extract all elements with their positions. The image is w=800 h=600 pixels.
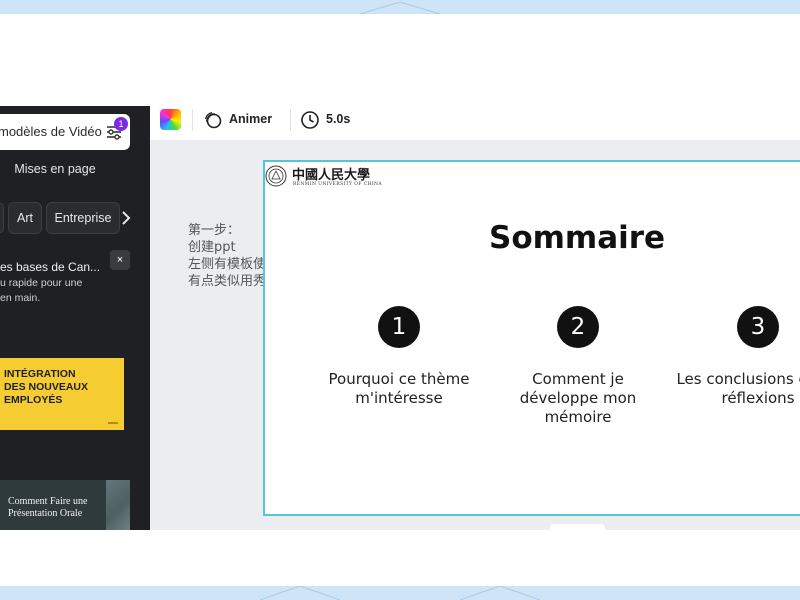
university-name-en: RENMIN UNIVERSITY OF CHINA bbox=[293, 182, 383, 187]
tip-text-line: en main. bbox=[0, 292, 41, 304]
item-text[interactable]: Pourquoi ce thème m'intéresse bbox=[314, 370, 484, 408]
template-image bbox=[106, 480, 130, 530]
template-search-input[interactable]: modèles de Vidéo 1 bbox=[0, 114, 130, 150]
toolbar-divider bbox=[192, 109, 193, 131]
tip-text-line: u rapide pour une bbox=[0, 277, 83, 289]
toolbar-divider bbox=[290, 109, 291, 131]
template-text-line: EMPLOYÉS bbox=[4, 394, 63, 406]
slide-title[interactable]: Sommaire bbox=[489, 220, 665, 256]
template-text-line: DES NOUVEAUX bbox=[4, 381, 89, 393]
item-text[interactable]: Comment je développe mon mémoire bbox=[493, 370, 663, 427]
template-thumbnail-oral-presentation[interactable]: Comment Faire une Présentation Orale bbox=[0, 480, 130, 530]
animate-icon[interactable] bbox=[203, 110, 223, 130]
category-chip-entreprise[interactable]: Entreprise bbox=[46, 202, 120, 234]
frame-wave-icon bbox=[359, 1, 441, 14]
item-number-badge[interactable]: 3 bbox=[737, 306, 779, 348]
frame-wave-icon bbox=[259, 586, 541, 600]
editor-canvas: 第一步： 创建ppt 左侧有模板使用 有点类似用秀米做公众号 中國人民大學 RE… bbox=[150, 140, 800, 530]
category-chip-partial[interactable] bbox=[0, 202, 4, 234]
item-text[interactable]: Les conclusions et les réflexions bbox=[673, 370, 800, 408]
clock-icon[interactable] bbox=[300, 110, 320, 130]
template-sidebar: modèles de Vidéo 1 Mises en page Art Ent… bbox=[0, 106, 150, 530]
item-number-badge[interactable]: 2 bbox=[557, 306, 599, 348]
university-seal-icon bbox=[265, 165, 287, 187]
canvas-scroll-indicator[interactable] bbox=[550, 524, 605, 530]
search-input-text: modèles de Vidéo bbox=[0, 124, 102, 139]
layouts-section-title: Mises en page bbox=[14, 162, 96, 176]
university-logo: 中國人民大學 RENMIN UNIVERSITY OF CHINA bbox=[265, 164, 383, 190]
template-thumbnail-onboarding[interactable]: INTÉGRATION DES NOUVEAUX EMPLOYÉS bbox=[0, 358, 124, 430]
category-chip-art[interactable]: Art bbox=[8, 202, 42, 234]
item-number-badge[interactable]: 1 bbox=[378, 306, 420, 348]
slide-page[interactable]: 中國人民大學 RENMIN UNIVERSITY OF CHINA Sommai… bbox=[263, 160, 800, 516]
tip-title: es bases de Can... bbox=[0, 260, 101, 274]
filter-count-badge: 1 bbox=[114, 117, 128, 131]
template-decoration bbox=[108, 422, 118, 424]
color-palette-icon[interactable] bbox=[160, 109, 181, 130]
editor-toolbar: Animer 5.0s bbox=[150, 100, 800, 140]
tip-text: u rapide pour une en main. bbox=[0, 276, 110, 306]
frame-top bbox=[0, 0, 800, 14]
tip-close-button[interactable]: × bbox=[110, 250, 130, 270]
frame-bottom bbox=[0, 586, 800, 600]
chevron-right-icon[interactable] bbox=[120, 206, 132, 230]
template-text-line: INTÉGRATION bbox=[4, 368, 76, 380]
duration-button[interactable]: 5.0s bbox=[326, 112, 350, 126]
university-name-cn: 中國人民大學 bbox=[292, 168, 371, 183]
animate-button[interactable]: Animer bbox=[229, 112, 272, 126]
